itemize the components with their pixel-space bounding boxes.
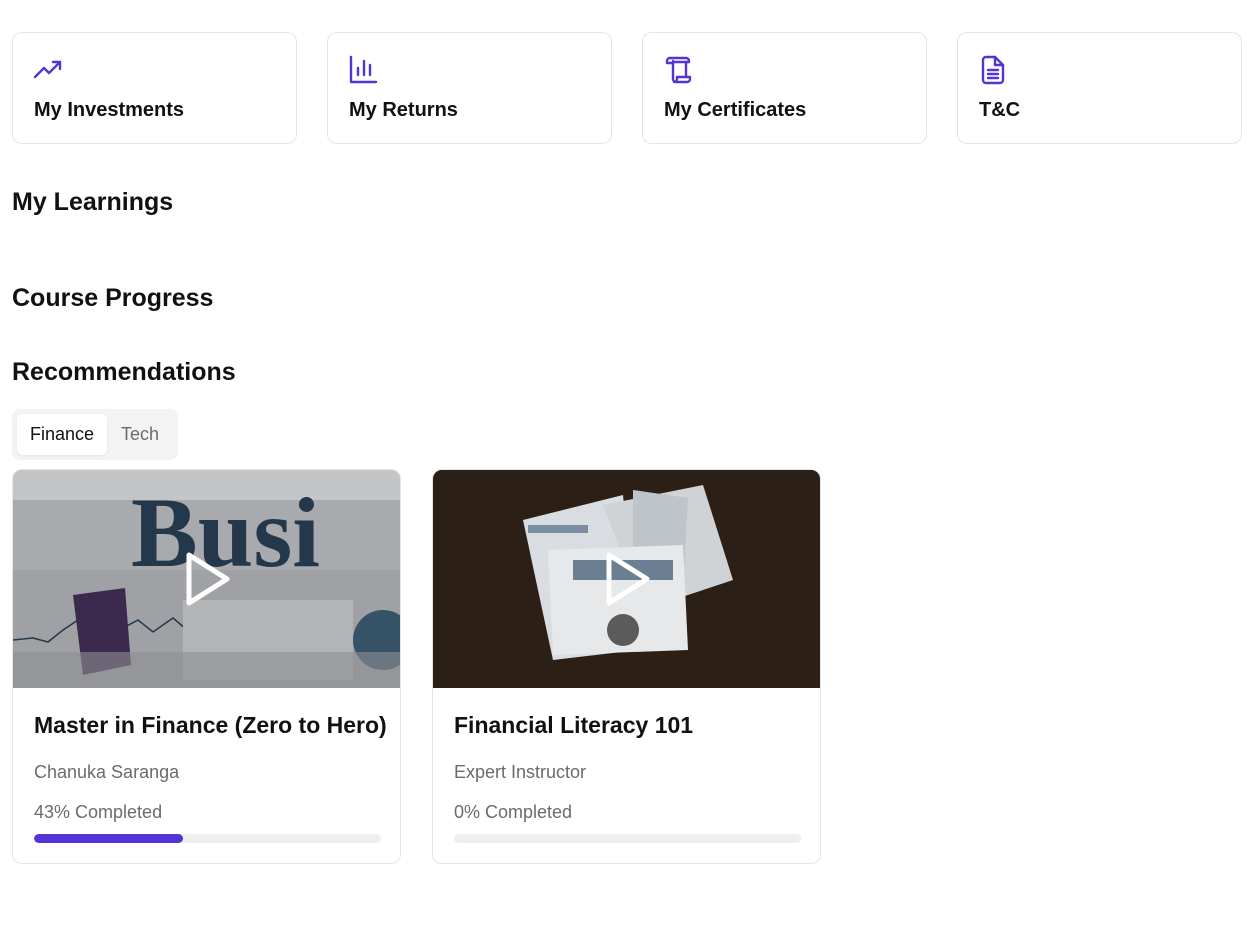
scroll-icon xyxy=(665,56,692,84)
progress-bar xyxy=(454,834,801,843)
quick-link-label: T&C xyxy=(979,99,1021,121)
course-instructor: Expert Instructor xyxy=(454,762,587,782)
document-icon xyxy=(981,55,1005,85)
progress-bar xyxy=(34,834,381,843)
bar-chart-icon xyxy=(349,55,378,84)
progress-bar-fill xyxy=(34,834,184,843)
course-title: Financial Literacy 101 xyxy=(454,712,694,738)
course-thumbnail[interactable]: Busi xyxy=(13,470,400,688)
course-title: Master in Finance (Zero to Hero) xyxy=(34,712,387,738)
trending-up-icon xyxy=(33,60,62,79)
course-card[interactable]: Busi Master in Finance (Zero to Hero) Ch… xyxy=(12,469,401,864)
tab-finance[interactable]: Finance xyxy=(17,414,107,455)
quick-links: My Investments My Returns My Certificate… xyxy=(12,32,1242,144)
quick-link-label: My Investments xyxy=(34,99,185,121)
course-progress-text: 0% Completed xyxy=(454,802,573,822)
recommendations-heading: Recommendations xyxy=(12,358,236,386)
quick-link-label: My Returns xyxy=(349,99,458,121)
my-investments-card[interactable]: My Investments xyxy=(12,32,297,144)
course-instructor: Chanuka Saranga xyxy=(34,762,180,782)
my-returns-card[interactable]: My Returns xyxy=(327,32,612,144)
play-icon[interactable] xyxy=(181,551,233,607)
course-thumbnail[interactable] xyxy=(433,470,820,688)
course-card[interactable]: Financial Literacy 101 Expert Instructor… xyxy=(432,469,821,864)
my-certificates-card[interactable]: My Certificates xyxy=(642,32,927,144)
course-progress-heading: Course Progress xyxy=(12,284,214,312)
play-icon[interactable] xyxy=(601,551,653,607)
my-learnings-heading: My Learnings xyxy=(12,188,174,216)
course-progress-text: 43% Completed xyxy=(34,802,163,822)
category-tabs: Finance Tech xyxy=(12,409,178,460)
terms-and-conditions-card[interactable]: T&C xyxy=(957,32,1242,144)
quick-link-label: My Certificates xyxy=(664,99,807,121)
tab-tech[interactable]: Tech xyxy=(107,414,173,455)
